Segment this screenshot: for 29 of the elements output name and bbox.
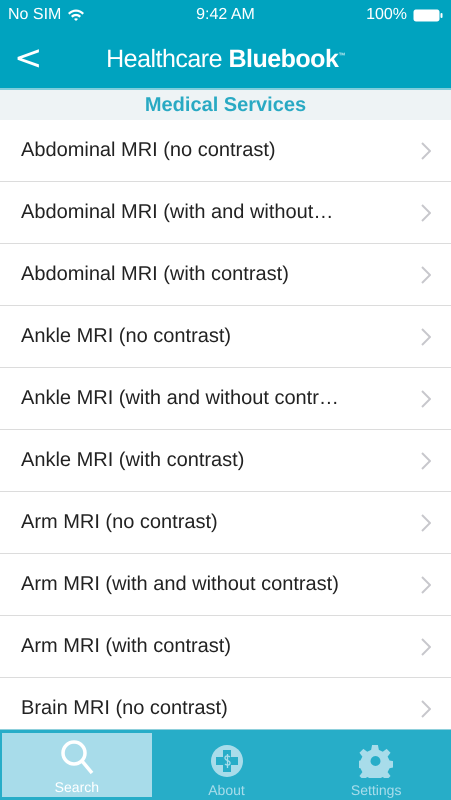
gear-icon xyxy=(359,744,394,778)
chevron-icon xyxy=(421,576,431,594)
chevron-icon xyxy=(421,390,431,408)
clock-time: 9:42 AM xyxy=(196,6,255,24)
wifi-icon xyxy=(67,8,86,22)
dollar-cross-icon xyxy=(210,744,244,778)
chevron-icon xyxy=(421,700,431,718)
service-row[interactable]: Abdominal MRI (no contrast) xyxy=(0,120,451,182)
chevron-icon xyxy=(421,452,431,470)
chevron-icon xyxy=(421,514,431,532)
carrier-label: No SIM xyxy=(8,6,62,24)
service-row[interactable]: Abdominal MRI (with contrast) xyxy=(0,244,451,306)
service-row[interactable]: Ankle MRI (with and without contr… xyxy=(0,368,451,430)
service-row[interactable]: Arm MRI (with contrast) xyxy=(0,616,451,678)
chevron-icon xyxy=(421,638,431,656)
app-logo: Healthcare Bluebook$^{™}$ xyxy=(106,44,345,74)
chevron-icon xyxy=(421,142,431,160)
service-row[interactable]: Ankle MRI (with contrast) xyxy=(0,430,451,492)
chevron-icon xyxy=(421,266,431,284)
chevron-icon xyxy=(421,328,431,346)
service-row[interactable]: Abdominal MRI (with and without… xyxy=(0,182,451,244)
battery-icon xyxy=(413,8,443,22)
battery-percent: 100% xyxy=(366,6,407,24)
service-row[interactable]: Ankle MRI (no contrast) xyxy=(0,306,451,368)
section-header: Medical Services xyxy=(0,90,451,120)
service-row[interactable]: Arm MRI (with and without contrast) xyxy=(0,554,451,616)
search-icon xyxy=(60,739,94,775)
service-row[interactable]: Arm MRI (no contrast) xyxy=(0,492,451,554)
chevron-icon xyxy=(421,204,431,222)
